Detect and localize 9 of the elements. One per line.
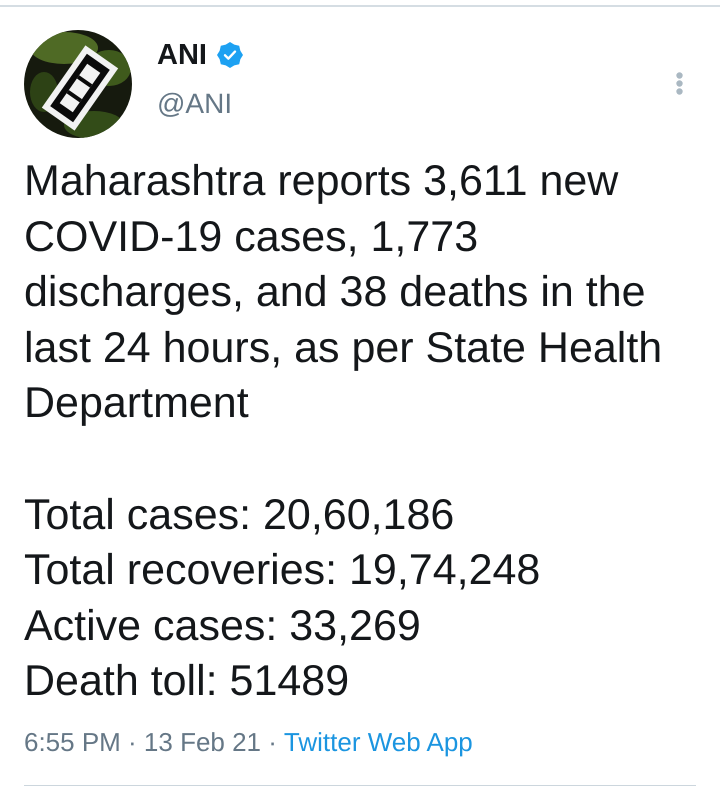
stat-text: Total cases: 20,60,186 [24, 490, 454, 541]
tweet-text: Maharashtra reports 3,611 new COVID-19 cases, 1,773 discharges, and 38 deaths in the last 24 hours, as per State Health Department [24, 156, 664, 430]
timestamp: 6:55 PM · 13 Feb 21 · [24, 726, 277, 758]
stat-text: Total recoveries: 19,74,248 [24, 545, 540, 596]
account-handle[interactable]: @ANI [157, 84, 243, 124]
account-name[interactable]: ANI [157, 38, 207, 72]
stat-text: Death toll: 51489 [24, 656, 350, 708]
source-link[interactable]: Twitter Web App [284, 726, 473, 758]
stat-text: Active cases: 33,269 [24, 600, 421, 652]
